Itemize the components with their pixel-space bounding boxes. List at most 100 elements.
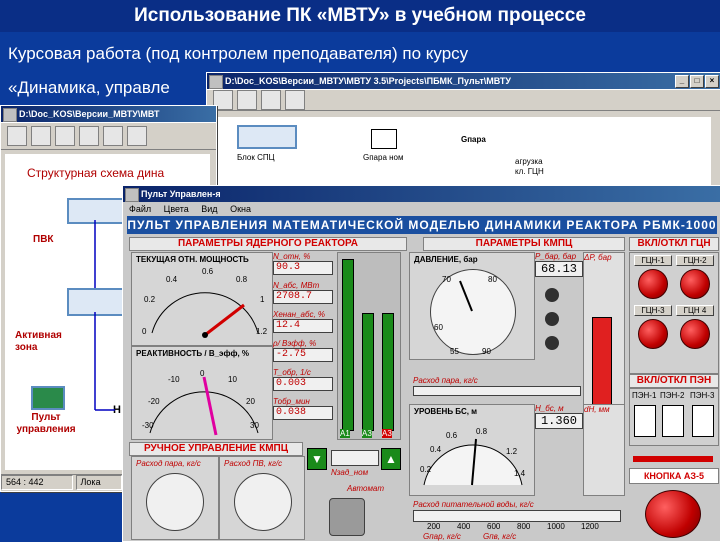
az5-label: КНОПКА АЗ-5 [629, 468, 719, 484]
react-tick: -10 [168, 375, 180, 384]
pressure-tick: 80 [488, 275, 497, 284]
az5-button[interactable] [645, 490, 701, 538]
increase-button[interactable]: ▲ [381, 448, 401, 470]
gcn-2-button[interactable] [680, 269, 710, 299]
power-setpoint-field[interactable] [331, 450, 379, 466]
gcn-3-button[interactable] [638, 319, 668, 349]
toolbar-button[interactable] [285, 90, 305, 110]
readout-value: -2.75 [273, 348, 333, 362]
power-gauge-panel: ТЕКУЩАЯ ОТН. МОЩНОСТЬ 0.4 0.6 0.8 0.2 1 … [131, 252, 273, 346]
vertical-bars: A1 A3 A3 [337, 252, 401, 440]
level-readout: Н_бс, м 1.360 [535, 404, 583, 494]
pen-1-label: ПЭН-1 [632, 391, 657, 400]
pressure-tick: 70 [442, 275, 451, 284]
auto-knob[interactable] [329, 498, 365, 536]
dp-bar [592, 317, 612, 411]
dh-label: dH, мм [584, 405, 610, 414]
readout-value: 0.038 [273, 406, 333, 420]
readout-value: 2708.7 [273, 290, 333, 304]
h-value: 1.360 [535, 413, 583, 429]
slide-subtitle-line1: Курсовая работа (под контролем преподава… [8, 44, 469, 63]
right-label-load: агрузка [515, 157, 543, 166]
manual-left-label: Расход пара, кг/с [136, 459, 201, 468]
readout-label: ρ/ Вэфф, % [273, 339, 317, 348]
toolbar-button[interactable] [79, 126, 99, 146]
window-scheme-titlebar[interactable]: D:\Doc_KOS\Версии_МВТУ\МВТ [1, 106, 216, 122]
window-pult-titlebar[interactable]: Пульт Управлен-я [123, 186, 720, 202]
readout-value: 90.3 [273, 261, 333, 275]
react-tick: 20 [246, 397, 255, 406]
menu-colors[interactable]: Цвета [164, 204, 189, 214]
toolbar-button[interactable] [127, 126, 147, 146]
feedwater-dial[interactable] [234, 473, 292, 531]
app-icon [209, 75, 223, 89]
rod-bar [342, 259, 354, 431]
menu-windows[interactable]: Окна [230, 204, 251, 214]
block-spc[interactable] [237, 125, 297, 149]
steam-dial[interactable] [146, 473, 204, 531]
gcn-4-button[interactable] [680, 319, 710, 349]
toolbar-button[interactable] [55, 126, 75, 146]
menu-view[interactable]: Вид [201, 204, 217, 214]
close-button[interactable]: × [705, 75, 719, 88]
window-back-titlebar[interactable]: D:\Doc_KOS\Версии_МВТУ\МВТУ 3.5\Projects… [207, 73, 720, 89]
p-label: P_бар, бар [535, 252, 577, 261]
pen-3-label: ПЭН-3 [690, 391, 715, 400]
toolbar-button[interactable] [261, 90, 281, 110]
minimize-button[interactable]: _ [675, 75, 689, 88]
react-tick: -30 [142, 421, 154, 430]
power-tick: 0.8 [236, 275, 248, 284]
power-tick: 0.6 [202, 267, 214, 276]
decrease-button[interactable]: ▼ [307, 448, 327, 470]
gcn-1-button[interactable] [638, 269, 668, 299]
readouts: N_отн, % 90.3 N_абс, МВт 2708.7 Xeнaн_аб… [273, 252, 333, 442]
slide-title: Использование ПК «МВТУ» в учебном процес… [0, 0, 720, 32]
steam-flow-label: Расход пара, кг/с [413, 376, 478, 385]
level-tick: 0.6 [446, 431, 458, 440]
power-tick: 0 [142, 327, 147, 336]
power-tick: 0.2 [144, 295, 156, 304]
power-setpoint-label: Nзад_ном [331, 468, 369, 477]
section-gcn-toggle: ВКЛ/ОТКЛ ГЦН [629, 237, 719, 251]
pen-2-switch[interactable] [662, 405, 684, 437]
pressure-label: ДАВЛЕНИЕ, бар [414, 255, 478, 264]
auto-label: Автомат [347, 484, 385, 493]
gcn-1-label: ГЦН-1 [634, 255, 672, 266]
level-tick: 0.8 [476, 427, 488, 436]
power-tick: 0.4 [166, 275, 178, 284]
pen-1-switch[interactable] [634, 405, 656, 437]
pen-3-switch[interactable] [692, 405, 714, 437]
dp-label: ΔP, бар [584, 253, 612, 262]
power-tick: 1 [260, 295, 265, 304]
level-tick: 1.2 [506, 447, 518, 456]
block-gpara-nom-label: Gпара ном [363, 153, 404, 162]
pen-panel: ПЭН-1 ПЭН-2 ПЭН-3 [629, 388, 719, 446]
feed-tick: 200 [427, 522, 441, 531]
toolbar-button[interactable] [237, 90, 257, 110]
power-tick: 1.2 [256, 327, 268, 336]
toolbar-button[interactable] [31, 126, 51, 146]
reactivity-gauge-panel: РЕАКТИВНОСТЬ / В_эфф, % -10 0 10 -20 20 … [131, 346, 273, 440]
level-tick: 0.2 [420, 465, 432, 474]
steam-flow-bar [413, 386, 581, 396]
status-mode: Лока [75, 475, 122, 490]
toolbar-button[interactable] [103, 126, 123, 146]
equals-button[interactable] [545, 312, 559, 326]
arrow-down-button[interactable] [545, 336, 559, 350]
gcn-panel: ГЦН-1 ГЦН-2 ГЦН-3 ГЦН 4 [629, 252, 719, 374]
manual-right-panel: Расход ПВ, кг/с [219, 456, 305, 540]
pressure-readout: P_бар, бар 68.13 [535, 252, 583, 358]
block-gpara-label: Gпара [461, 135, 486, 144]
bar-label: A3 [382, 429, 392, 438]
maximize-button[interactable]: □ [690, 75, 704, 88]
dh-panel: dH, мм [583, 404, 625, 496]
menu-file[interactable]: Файл [129, 204, 151, 214]
arrow-up-button[interactable] [545, 288, 559, 302]
status-coords: 564 : 442 [1, 475, 73, 490]
block-gpara-nom[interactable] [371, 129, 397, 149]
gcn-3-label: ГЦН-3 [634, 305, 672, 316]
dp-bar-panel: ΔP, бар [583, 252, 625, 414]
pressure-tick: 90 [482, 347, 491, 356]
toolbar-button[interactable] [7, 126, 27, 146]
window-back-controls: _ □ × [675, 75, 719, 88]
